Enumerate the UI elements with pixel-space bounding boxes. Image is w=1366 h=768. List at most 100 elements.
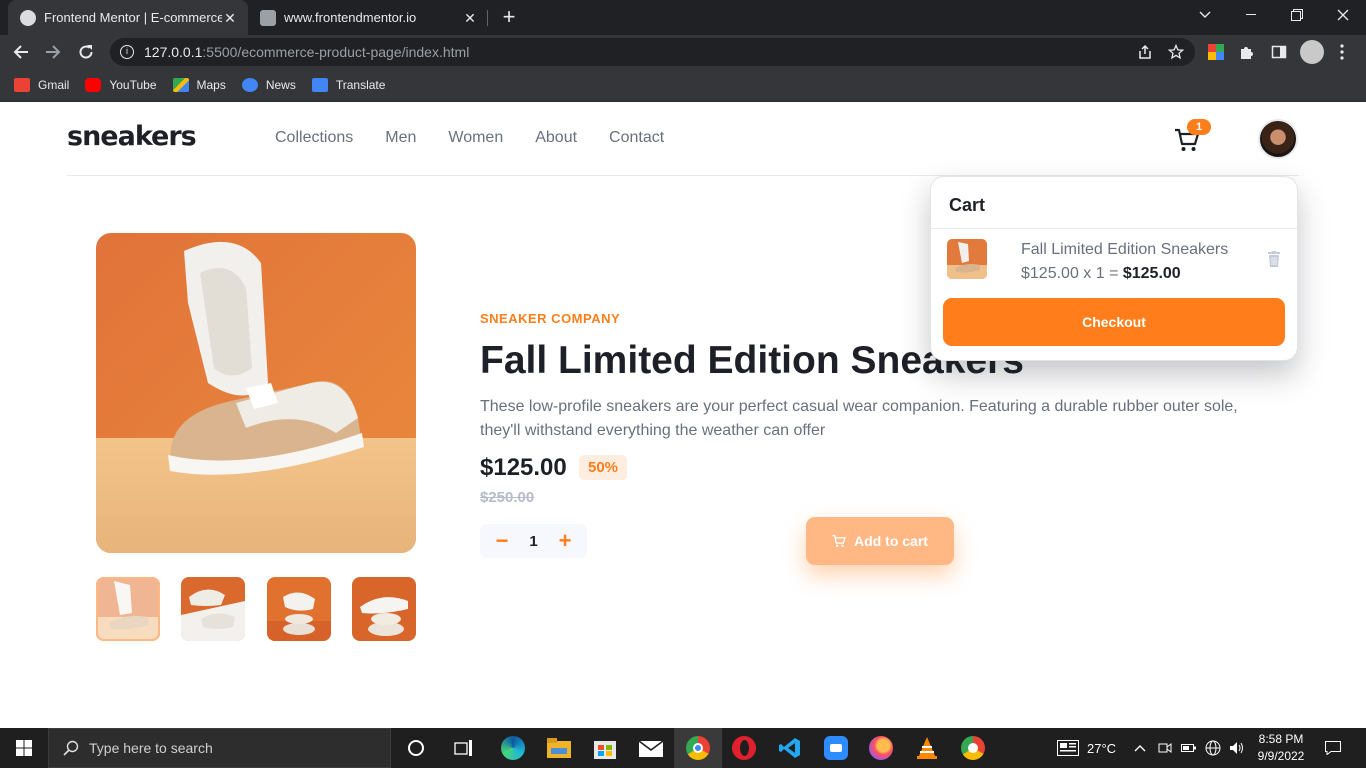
main-nav: Collections Men Women About Contact [275,129,664,147]
vscode-icon[interactable] [776,734,804,762]
plus-button[interactable]: + [557,530,573,552]
windows-taskbar: Type here to search 27°C 8:58 PM 9/9/202… [0,728,1366,768]
side-panel-icon[interactable] [1269,42,1289,62]
thumbnail-2[interactable] [181,577,245,641]
thumbnail-3[interactable] [267,577,331,641]
add-to-cart-button[interactable]: Add to cart [806,517,954,565]
vlc-icon[interactable] [913,734,941,762]
company-label: SNEAKER COMPANY [480,311,621,326]
zoom-icon[interactable] [822,734,850,762]
show-hidden-icons-chevron-icon[interactable] [1134,728,1146,768]
bookmark-label: Maps [196,78,226,92]
system-clock[interactable]: 8:58 PM 9/9/2022 [1256,731,1306,765]
url-host: 127.0.0.1 [144,44,203,60]
windows-start-icon[interactable] [0,728,48,768]
translate-icon [311,78,328,92]
browser-menu-icon[interactable] [1332,42,1352,62]
cart-item-thumbnail [947,239,987,279]
cart-small-icon [832,534,846,548]
opera-icon[interactable] [730,734,758,762]
bookmark-news[interactable]: News [241,78,296,92]
weather-temperature: 27°C [1087,740,1117,756]
bookmark-youtube[interactable]: YouTube [85,78,157,92]
page-favicon-icon [260,9,276,26]
network-globe-icon[interactable] [1205,728,1221,768]
original-price: $250.00 [480,489,535,506]
bookmark-translate[interactable]: Translate [311,78,385,92]
search-icon [63,740,79,756]
browser-toolbar: i 127.0.0.1:5500/ecommerce-product-page/… [0,35,1366,69]
brave-chrome-icon[interactable] [959,734,987,762]
quantity-stepper: − 1 + [480,524,587,558]
mail-icon[interactable] [637,734,665,762]
thumbnail-1[interactable] [96,577,160,641]
reload-icon[interactable] [73,39,99,65]
current-price: $125.00 [480,454,567,481]
checkout-button[interactable]: Checkout [943,298,1285,346]
minimize-window-button[interactable] [1228,0,1274,30]
close-tab-icon[interactable]: ✕ [462,10,478,26]
site-logo[interactable]: sneakers [67,121,197,152]
cart-dropdown: Cart Fall Limited Edition Sneakers $125.… [930,176,1298,361]
microsoft-store-icon[interactable] [591,734,619,762]
site-info-icon[interactable]: i [120,45,134,59]
profile-avatar-icon[interactable] [1300,40,1324,64]
cart-item-unit: $125.00 x 1 = [1021,265,1123,282]
weather-widget[interactable]: 27°C [1057,728,1116,768]
product-description: These low-profile sneakers are your perf… [480,398,1238,439]
extension-colorful-icon[interactable] [1206,42,1226,62]
close-window-button[interactable] [1320,0,1366,30]
browser-tab-bar: Frontend Mentor | E-commerce P ✕ www.fro… [0,0,1366,35]
notifications-icon[interactable] [1325,728,1341,768]
firefox-icon[interactable] [867,734,895,762]
volume-speaker-icon[interactable] [1229,728,1245,768]
task-view-icon[interactable] [450,734,478,762]
gmail-icon [14,78,30,92]
news-icon [241,78,258,92]
cart-item-total: $125.00 [1122,265,1181,282]
url-path: :5500/ecommerce-product-page/index.html [202,44,470,60]
thumbnail-4[interactable] [352,577,416,641]
meet-now-icon[interactable] [1158,728,1172,768]
bookmark-label: Gmail [38,78,70,92]
taskbar-search-input[interactable]: Type here to search [48,728,391,768]
forward-arrow-icon[interactable] [40,39,66,65]
nav-men[interactable]: Men [385,129,416,147]
bookmark-label: YouTube [109,78,157,92]
cart-heading: Cart [931,177,1297,229]
youtube-icon [85,78,102,92]
discount-badge: 50% [579,455,627,480]
share-icon[interactable] [1135,42,1155,62]
address-bar[interactable]: i 127.0.0.1:5500/ecommerce-product-page/… [110,38,1195,66]
bookmarks-bar: Gmail YouTube Maps News Translate [0,69,1366,102]
product-page: sneakers Collections Men Women About Con… [0,103,1366,728]
nav-about[interactable]: About [535,129,577,147]
cart-count-badge: 1 [1187,119,1211,135]
extensions-puzzle-icon[interactable] [1237,42,1257,62]
product-main-image[interactable] [96,233,416,553]
quantity-value: 1 [529,532,538,550]
nav-collections[interactable]: Collections [275,129,353,147]
bookmark-star-icon[interactable] [1166,42,1186,62]
battery-icon[interactable] [1181,728,1197,768]
edge-icon[interactable] [499,734,527,762]
back-arrow-icon[interactable] [8,39,34,65]
nav-contact[interactable]: Contact [609,129,664,147]
tab-frontendmentor-io[interactable]: www.frontendmentor.io ✕ [250,0,488,35]
cortana-icon[interactable] [402,734,430,762]
user-avatar[interactable] [1258,119,1298,159]
chrome-icon[interactable] [684,734,712,762]
new-tab-button[interactable]: + [498,6,520,28]
clock-date: 9/9/2022 [1257,749,1305,763]
bookmark-gmail[interactable]: Gmail [14,78,69,92]
file-explorer-icon[interactable] [545,734,573,762]
nav-women[interactable]: Women [448,129,503,147]
news-weather-icon [1057,740,1079,756]
tab-search-chevron-icon[interactable] [1182,0,1228,30]
minus-button[interactable]: − [494,530,510,552]
delete-trash-icon[interactable] [1267,251,1283,269]
tab-frontend-mentor[interactable]: Frontend Mentor | E-commerce P ✕ [8,0,248,35]
close-tab-icon[interactable]: ✕ [222,10,238,26]
restore-window-button[interactable] [1274,0,1320,30]
bookmark-maps[interactable]: Maps [172,78,226,92]
